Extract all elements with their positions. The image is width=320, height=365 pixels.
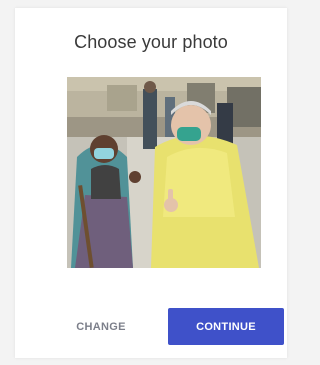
photo-image (67, 77, 261, 268)
choose-photo-dialog: Choose your photo CHANGE CONTINUE (15, 8, 287, 358)
continue-button[interactable]: CONTINUE (168, 308, 284, 345)
change-button[interactable]: CHANGE (59, 312, 143, 342)
dialog-title: Choose your photo (74, 32, 228, 52)
page-background: Choose your photo CHANGE CONTINUE (0, 0, 295, 365)
selected-photo (67, 77, 261, 268)
